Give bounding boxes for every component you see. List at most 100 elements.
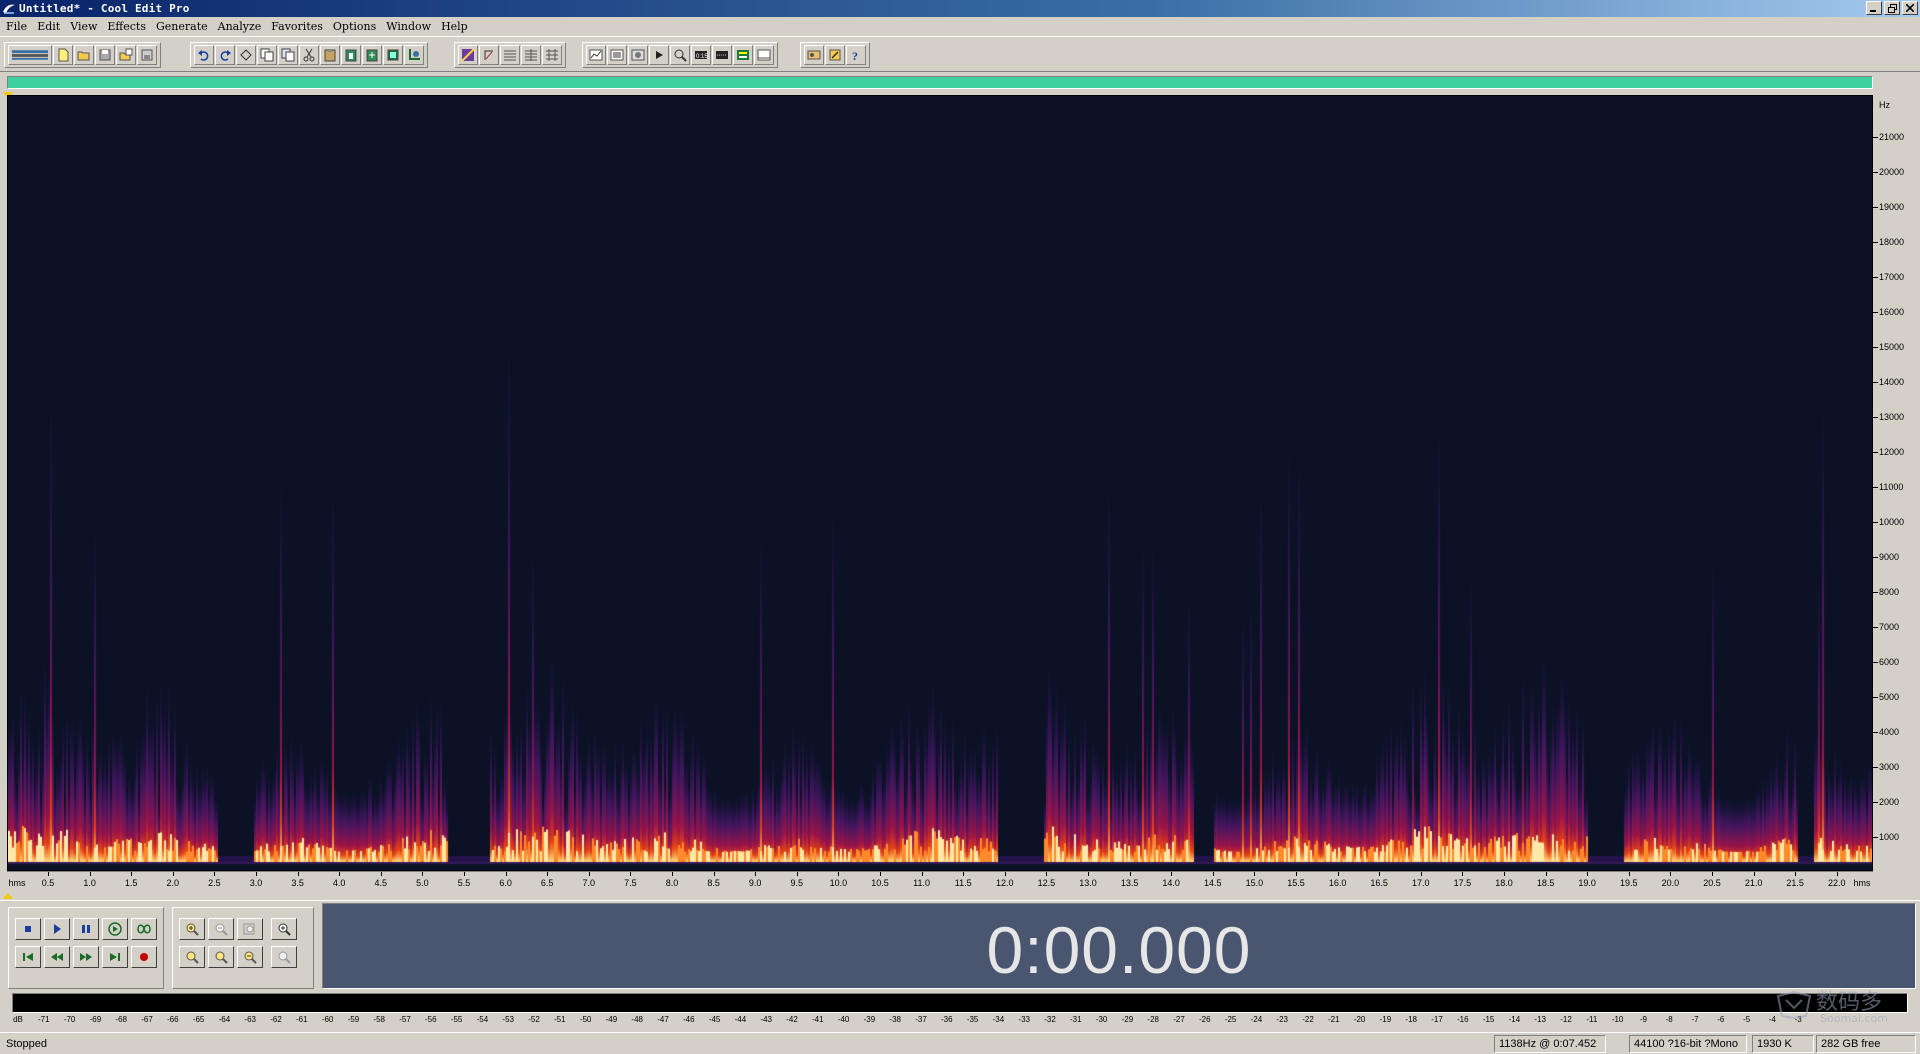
zoom-full-icon[interactable] (237, 918, 263, 940)
spectral-view[interactable] (7, 95, 1873, 871)
open-file-icon[interactable] (74, 45, 94, 65)
stop-icon[interactable] (15, 918, 41, 940)
time-tick (214, 872, 216, 876)
time-tick-label: 15.0 (1245, 878, 1264, 888)
pause-icon[interactable] (73, 918, 99, 940)
restore-icon[interactable] (1884, 1, 1900, 15)
repeat-last-icon[interactable] (236, 45, 256, 65)
close-icon[interactable] (1902, 1, 1918, 15)
level-meter-label: dB (13, 1015, 23, 1024)
menu-window[interactable]: Window (386, 20, 431, 33)
mix-paste-icon[interactable] (362, 45, 382, 65)
level-meter-label: -44 (734, 1015, 747, 1024)
zoom-selection-icon[interactable] (237, 946, 263, 968)
statistics-icon[interactable] (607, 45, 627, 65)
preferences-icon[interactable] (825, 45, 845, 65)
markers-icon[interactable] (542, 45, 562, 65)
level-meter-label: -56 (425, 1015, 437, 1024)
open-append-icon[interactable] (116, 45, 136, 65)
cut-icon[interactable] (299, 45, 319, 65)
menu-effects[interactable]: Effects (107, 20, 146, 33)
level-meter-label: -15 (1482, 1015, 1495, 1024)
time-tick-label: 13.0 (1079, 878, 1097, 888)
time-panel-icon[interactable] (670, 45, 690, 65)
spectrogram-canvas[interactable] (8, 96, 1872, 870)
play-to-end-icon[interactable] (102, 918, 128, 940)
time-tick (588, 872, 590, 876)
menu-help[interactable]: Help (441, 20, 468, 33)
status-cursor: 1138Hz @ 0:07.452 (1494, 1035, 1606, 1053)
playhead-end-marker[interactable] (3, 893, 13, 899)
go-to-end-icon[interactable] (102, 946, 128, 968)
time-tick-label: 16.5 (1370, 878, 1388, 888)
status-bar: Stopped 1138Hz @ 0:07.452 44100 ?16-bit … (0, 1032, 1920, 1054)
time-format-icon[interactable] (500, 45, 520, 65)
snap-icon[interactable] (521, 45, 541, 65)
time-tick-label: 20.0 (1661, 878, 1680, 888)
play-icon[interactable] (44, 918, 70, 940)
fast-forward-icon[interactable] (73, 946, 99, 968)
status-state: Stopped (6, 1038, 47, 1050)
zoom-left-icon[interactable] (179, 946, 205, 968)
status-bar-icon[interactable] (733, 45, 753, 65)
time-display: 0:00.000 (322, 903, 1916, 989)
save-icon[interactable] (95, 45, 115, 65)
paste-new-icon[interactable] (341, 45, 361, 65)
frequency-tick (1873, 802, 1878, 803)
selection-panel-icon[interactable]: 0:15 (691, 45, 711, 65)
undo-icon[interactable] (194, 45, 214, 65)
menu-edit[interactable]: Edit (37, 20, 60, 33)
zoom-in-icon[interactable] (179, 918, 205, 940)
transport-panel-icon[interactable] (628, 45, 648, 65)
multitrack-toggle-icon[interactable] (8, 45, 52, 65)
copy-icon[interactable] (257, 45, 277, 65)
frequency-tick-label: 20000 (1879, 167, 1905, 177)
menu-options[interactable]: Options (333, 20, 376, 33)
minimize-icon[interactable] (1866, 1, 1882, 15)
menu-favorites[interactable]: Favorites (271, 20, 323, 33)
zoom-panel-icon[interactable] (649, 45, 669, 65)
level-meter-label: -60 (321, 1015, 334, 1024)
frequency-tick (1873, 662, 1878, 663)
watermark-logo (1776, 990, 1812, 1020)
time-unit-right: hms (1853, 878, 1871, 888)
settings-icon[interactable] (804, 45, 824, 65)
time-tick (1088, 872, 1089, 876)
go-to-start-icon[interactable] (15, 946, 41, 968)
menu-generate[interactable]: Generate (156, 20, 208, 33)
menu-file[interactable]: File (6, 20, 27, 33)
menu-view[interactable]: View (70, 20, 97, 33)
zoom-vertical-out-icon[interactable] (271, 946, 297, 968)
level-meter-label: -48 (631, 1015, 643, 1024)
status-size: 1930 K (1752, 1035, 1814, 1053)
waveform-overview-bar[interactable] (7, 76, 1873, 89)
level-meter-label: -10 (1611, 1015, 1624, 1024)
crop-icon[interactable] (404, 45, 424, 65)
loop-icon[interactable] (131, 918, 157, 940)
cd-player-icon[interactable] (754, 45, 774, 65)
zoom-out-icon[interactable] (208, 918, 234, 940)
level-meter[interactable] (12, 993, 1908, 1013)
menu-analyze[interactable]: Analyze (218, 20, 262, 33)
new-file-icon[interactable] (53, 45, 73, 65)
save-selection-icon[interactable] (137, 45, 157, 65)
redo-icon[interactable] (215, 45, 235, 65)
copy-new-icon[interactable] (278, 45, 298, 65)
watermark-url: Soomal.com (1820, 1012, 1888, 1025)
level-meter-label: -58 (373, 1015, 385, 1024)
time-tick-label: 2.0 (166, 878, 180, 888)
zoom-vertical-in-icon[interactable] (271, 918, 297, 940)
spectral-view-icon[interactable] (479, 45, 499, 65)
time-tick-label: 17.0 (1412, 878, 1430, 888)
rewind-icon[interactable] (44, 946, 70, 968)
help-icon[interactable]: ? (846, 45, 866, 65)
trim-icon[interactable] (383, 45, 403, 65)
zoom-right-icon[interactable] (208, 946, 234, 968)
frequency-tick-label: 17000 (1879, 272, 1905, 282)
level-meter-icon[interactable] (712, 45, 732, 65)
frequency-tick-label: 3000 (1879, 762, 1900, 772)
paste-icon[interactable] (320, 45, 340, 65)
frequency-analysis-icon[interactable] (586, 45, 606, 65)
record-icon[interactable] (131, 946, 157, 968)
waveform-view-icon[interactable] (458, 45, 478, 65)
